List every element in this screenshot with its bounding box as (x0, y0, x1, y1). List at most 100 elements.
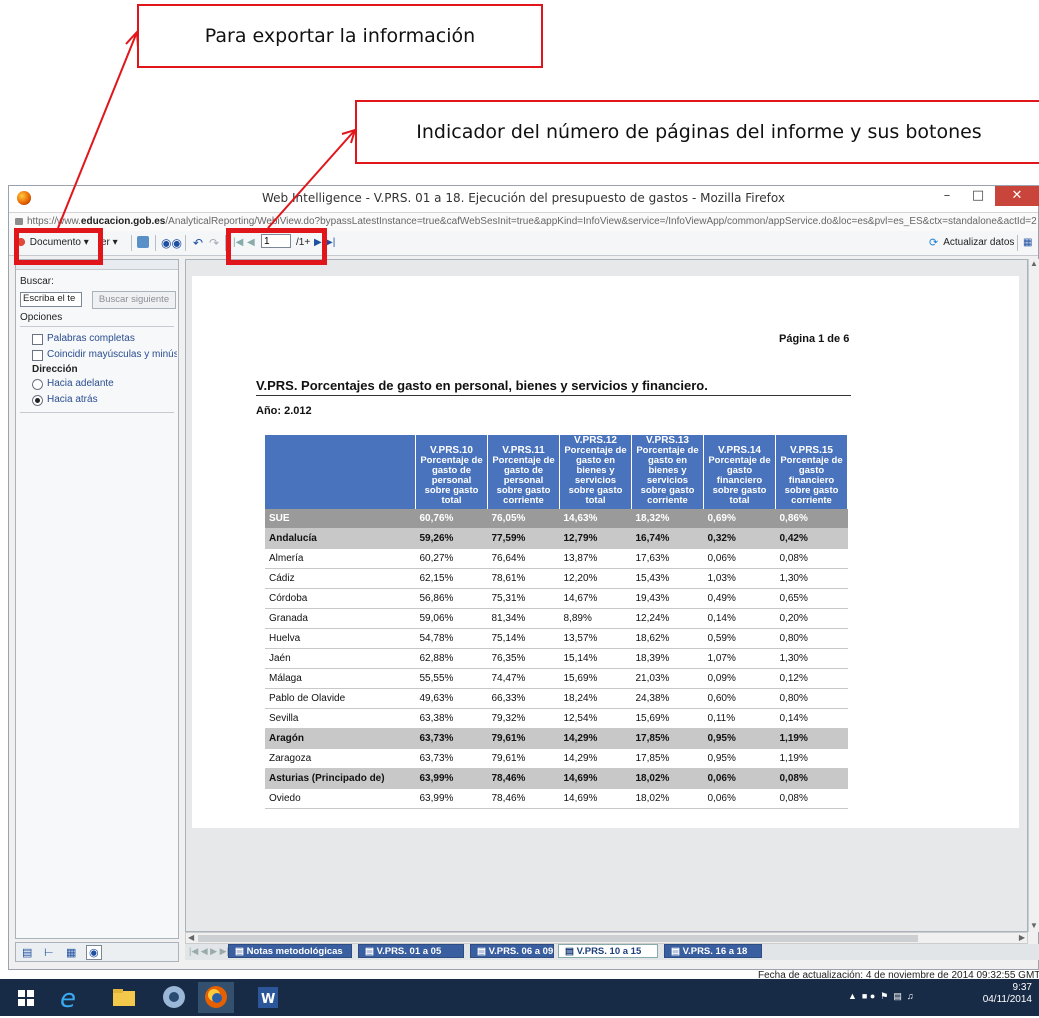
clock[interactable]: 9:37 04/11/2014 (980, 982, 1032, 1006)
cell-value: 0,95% (703, 728, 776, 749)
redo-icon[interactable]: ↷ (209, 236, 219, 250)
cell-value: 79,61% (487, 748, 560, 769)
maximize-button[interactable]: □ (964, 186, 992, 206)
cell-value: 74,47% (487, 668, 560, 689)
search-input[interactable]: Escriba el te (20, 292, 82, 307)
undo-icon[interactable]: ↶ (193, 236, 203, 250)
media-app-icon[interactable] (156, 982, 192, 1013)
search-panel: Buscar: Escriba el te Buscar siguiente O… (15, 259, 179, 939)
cell-value: 78,46% (487, 768, 560, 789)
column-header: V.PRS.13 Porcentaje de gasto en bienes y … (631, 435, 704, 509)
search-next-button[interactable]: Buscar siguiente (92, 291, 176, 309)
backward-label: Hacia atrás (47, 394, 98, 405)
vertical-scrollbar[interactable]: ▲ ▼ (1028, 259, 1039, 932)
refresh-data-button[interactable]: ⟳ Actualizar datos (929, 236, 1014, 250)
cell-value: 24,38% (631, 688, 704, 709)
refresh-icon: ⟳ (929, 237, 939, 250)
windows-start-icon[interactable] (8, 982, 44, 1013)
row-name: Málaga (265, 668, 416, 689)
cell-value: 18,02% (631, 768, 704, 789)
cell-value: 15,43% (631, 568, 704, 589)
cell-value: 79,61% (487, 728, 560, 749)
minimize-button[interactable]: – (933, 186, 961, 206)
cell-value: 12,20% (559, 568, 632, 589)
export-callout-text: Para exportar la información (204, 25, 476, 47)
clock-time: 9:37 (1012, 982, 1032, 993)
system-tray-icons[interactable]: ▲ ■ ● ⚑ ▤ ♫ (848, 991, 914, 1002)
cell-value: 49,63% (415, 688, 488, 709)
region-row: Andalucía 59,26% 77,59% 12,79% 16,74% 0,32% 0,… (265, 528, 848, 549)
forward-radio[interactable] (32, 379, 43, 390)
url-bar[interactable]: https://www.educacion.gob.es/AnalyticalR… (9, 212, 1038, 232)
cell-value: 63,73% (415, 728, 488, 749)
svg-text:e: e (60, 984, 76, 1013)
table-row: Zaragoza 63,73% 79,61% 14,29% 17,85% 0,95% 1,1… (265, 748, 848, 769)
cell-value: 0,14% (775, 708, 848, 729)
tab-report-0[interactable]: ▤ Notas metodológicas (228, 944, 352, 958)
cell-value: 14,67% (559, 588, 632, 609)
table-row: Almería 60,27% 76,64% 13,87% 17,63% 0,06% 0,08… (265, 548, 848, 569)
panel-toggle-icon[interactable]: ▦ (1023, 236, 1032, 250)
tab-scroll-icons[interactable]: |◀ ◀ ▶ ▶| (189, 946, 229, 957)
row-name: Pablo de Olavide (265, 688, 416, 709)
table-row: Sevilla 63,38% 79,32% 12,54% 15,69% 0,11% 0,14… (265, 708, 848, 729)
cell-value: 1,19% (775, 728, 848, 749)
table-row: Jaén 62,88% 76,35% 15,14% 18,39% 1,07% 1,30% (265, 648, 848, 669)
region-row: Aragón 63,73% 79,61% 14,29% 17,85% 0,95% 1,19% (265, 728, 848, 749)
toolbar-separator (185, 235, 186, 251)
row-name: Andalucía (265, 528, 416, 549)
firefox-taskbar-icon[interactable] (198, 982, 234, 1013)
navigation-map-icon[interactable]: ⊢ (44, 946, 54, 959)
cell-value: 77,59% (487, 528, 560, 549)
cell-value: 60,76% (415, 509, 488, 529)
backward-radio[interactable] (32, 395, 43, 406)
find-icon[interactable]: ◉◉ (161, 236, 182, 250)
horizontal-scrollbar[interactable]: ◀ ▶ (185, 932, 1028, 944)
tab-report-1[interactable]: ▤ V.PRS. 01 a 05 (358, 944, 464, 958)
toolbar-separator (1017, 235, 1018, 251)
column-header: V.PRS.10 Porcentaje de gasto de personal … (415, 435, 488, 509)
cell-value: 66,33% (487, 688, 560, 709)
cell-value: 62,88% (415, 648, 488, 669)
cell-value: 0,06% (703, 548, 776, 569)
cell-value: 62,15% (415, 568, 488, 589)
cell-value: 18,02% (631, 788, 704, 809)
cell-value: 14,29% (559, 728, 632, 749)
cell-value: 63,99% (415, 788, 488, 809)
table-row: Huelva 54,78% 75,14% 13,57% 18,62% 0,59% 0,80% (265, 628, 848, 649)
options-label: Opciones (20, 312, 63, 323)
tab-report-4[interactable]: ▤ V.PRS. 16 a 18 (664, 944, 762, 958)
cell-value: 13,57% (559, 628, 632, 649)
view-menu-button[interactable]: er ▾ (101, 236, 118, 250)
year-label: Año: 2.012 (256, 405, 312, 417)
cell-value: 0,06% (703, 768, 776, 789)
cell-value: 0,06% (703, 788, 776, 809)
report-tab-icon: ▤ (565, 946, 577, 957)
document-structure-icon[interactable]: ▤ (22, 946, 32, 959)
cell-value: 0,80% (775, 628, 848, 649)
cell-value: 79,32% (487, 708, 560, 729)
cell-value: 0,12% (775, 668, 848, 689)
export-icon[interactable] (137, 236, 149, 250)
row-name: Almería (265, 548, 416, 569)
cell-value: 63,99% (415, 768, 488, 789)
word-icon[interactable]: W (250, 982, 286, 1013)
close-button[interactable]: ✕ (995, 186, 1039, 206)
match-case-checkbox[interactable] (32, 350, 43, 361)
column-header: V.PRS.12 Porcentaje de gasto en bienes y … (559, 435, 632, 509)
tab-report-2[interactable]: ▤ V.PRS. 06 a 09 (470, 944, 554, 958)
whole-words-checkbox[interactable] (32, 334, 43, 345)
internet-explorer-icon[interactable]: e (52, 982, 88, 1014)
tab-label: V.PRS. 06 a 09 (488, 946, 554, 957)
input-controls-icon[interactable]: ▦ (66, 946, 76, 959)
report-tab-icon: ▤ (477, 946, 489, 957)
cell-value: 14,69% (559, 788, 632, 809)
tab-label: Notas metodológicas (246, 946, 343, 957)
cell-value: 14,29% (559, 748, 632, 769)
url-path: /AnalyticalReporting/WebiView.do?bypassL… (165, 216, 1037, 227)
tab-report-3[interactable]: ▤ V.PRS. 10 a 15 (558, 944, 658, 958)
file-explorer-icon[interactable] (106, 982, 142, 1013)
cell-value: 17,63% (631, 548, 704, 569)
search-panel-icon[interactable]: ◉ (86, 945, 102, 960)
row-name: Asturias (Principado de) (265, 768, 416, 789)
